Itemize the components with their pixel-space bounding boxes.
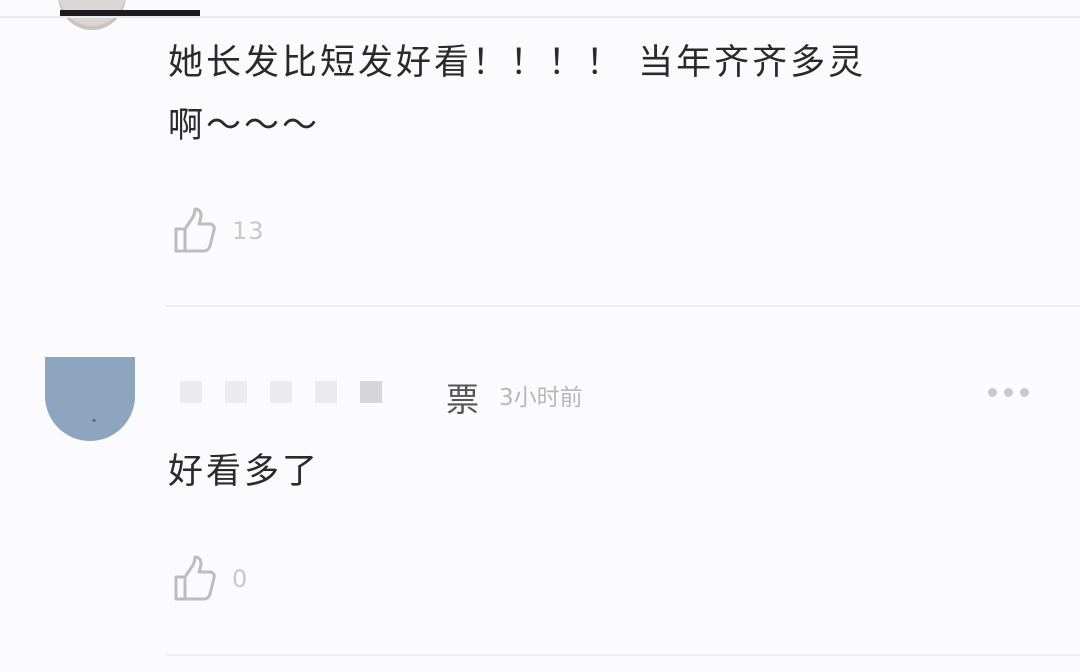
thumbs-up-icon	[174, 207, 216, 253]
more-horizontal-icon[interactable]	[988, 388, 1036, 397]
thumbs-up-icon	[174, 555, 216, 601]
like-button[interactable]: 0	[172, 555, 248, 603]
timestamp: 3小时前	[499, 385, 583, 411]
avatar[interactable]	[45, 357, 135, 441]
comment-text: 好看多了	[168, 452, 321, 492]
divider	[166, 305, 1080, 307]
username-redacted	[180, 381, 405, 403]
comment-text: 她长发比短发好看！！！！ 当年齐齐多灵	[168, 43, 867, 83]
like-count: 0	[232, 565, 249, 593]
comment-list: 她长发比短发好看！！！！ 当年齐齐多灵 啊～～～ 13 票 3小时前 好看多了 …	[0, 0, 1080, 672]
like-count: 13	[232, 217, 265, 245]
divider	[166, 654, 1080, 656]
username[interactable]: 票	[446, 373, 479, 421]
divider	[0, 16, 1080, 18]
like-button[interactable]: 13	[172, 207, 265, 255]
comment-text: 啊～～～	[168, 106, 321, 146]
